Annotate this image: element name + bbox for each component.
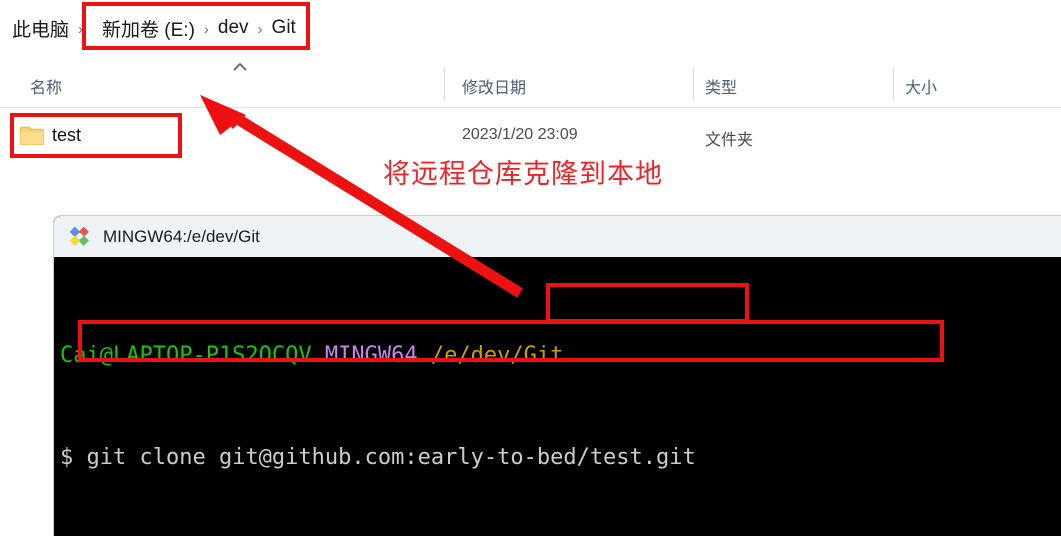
screenshot-root: 此电脑 › 新加卷 (E:) › dev › Git 名称 修改日期 类型 大小… <box>0 0 1061 536</box>
chevron-up-icon <box>233 62 247 71</box>
column-header-size[interactable]: 大小 <box>905 74 937 98</box>
column-header-type[interactable]: 类型 <box>705 74 737 98</box>
terminal-command: git clone git@github.com:early-to-bed/te… <box>86 445 696 470</box>
folder-icon <box>20 126 44 145</box>
prompt-cwd: /e/dev/Git <box>430 343 564 368</box>
prompt-symbol: $ <box>60 445 74 470</box>
breadcrumb-item-this-pc[interactable]: 此电脑 <box>12 15 69 42</box>
annotation-arrow-icon <box>200 95 523 298</box>
prompt-user-host: Cai@LAPTOP-P1S2OCQV <box>60 343 312 368</box>
git-bash-icon <box>69 226 89 246</box>
breadcrumb-separator-icon: › <box>203 20 209 38</box>
breadcrumb-item-dev[interactable]: dev <box>218 17 249 39</box>
column-header-name[interactable]: 名称 <box>30 74 62 98</box>
breadcrumb-separator-icon: › <box>257 20 263 38</box>
breadcrumb-highlighted-path: 新加卷 (E:) › dev › Git <box>92 15 308 42</box>
column-divider[interactable] <box>693 68 694 100</box>
file-type-cell: 文件夹 <box>705 132 754 149</box>
terminal-command-line: $ git clone git@github.com:early-to-bed/… <box>60 441 1061 475</box>
prompt-shell: MINGW64 <box>324 343 418 368</box>
breadcrumb-item-git[interactable]: Git <box>272 17 296 39</box>
terminal-prompt-line: Cai@LAPTOP-P1S2OCQV MINGW64 /e/dev/Git <box>60 339 1061 373</box>
column-divider[interactable] <box>893 68 894 100</box>
breadcrumb-item-drive[interactable]: 新加卷 (E:) <box>102 15 195 42</box>
breadcrumb[interactable]: 此电脑 › 新加卷 (E:) › dev › Git <box>0 0 1061 56</box>
file-name-cell[interactable]: test <box>52 125 81 146</box>
breadcrumb-separator-icon: › <box>78 20 84 38</box>
